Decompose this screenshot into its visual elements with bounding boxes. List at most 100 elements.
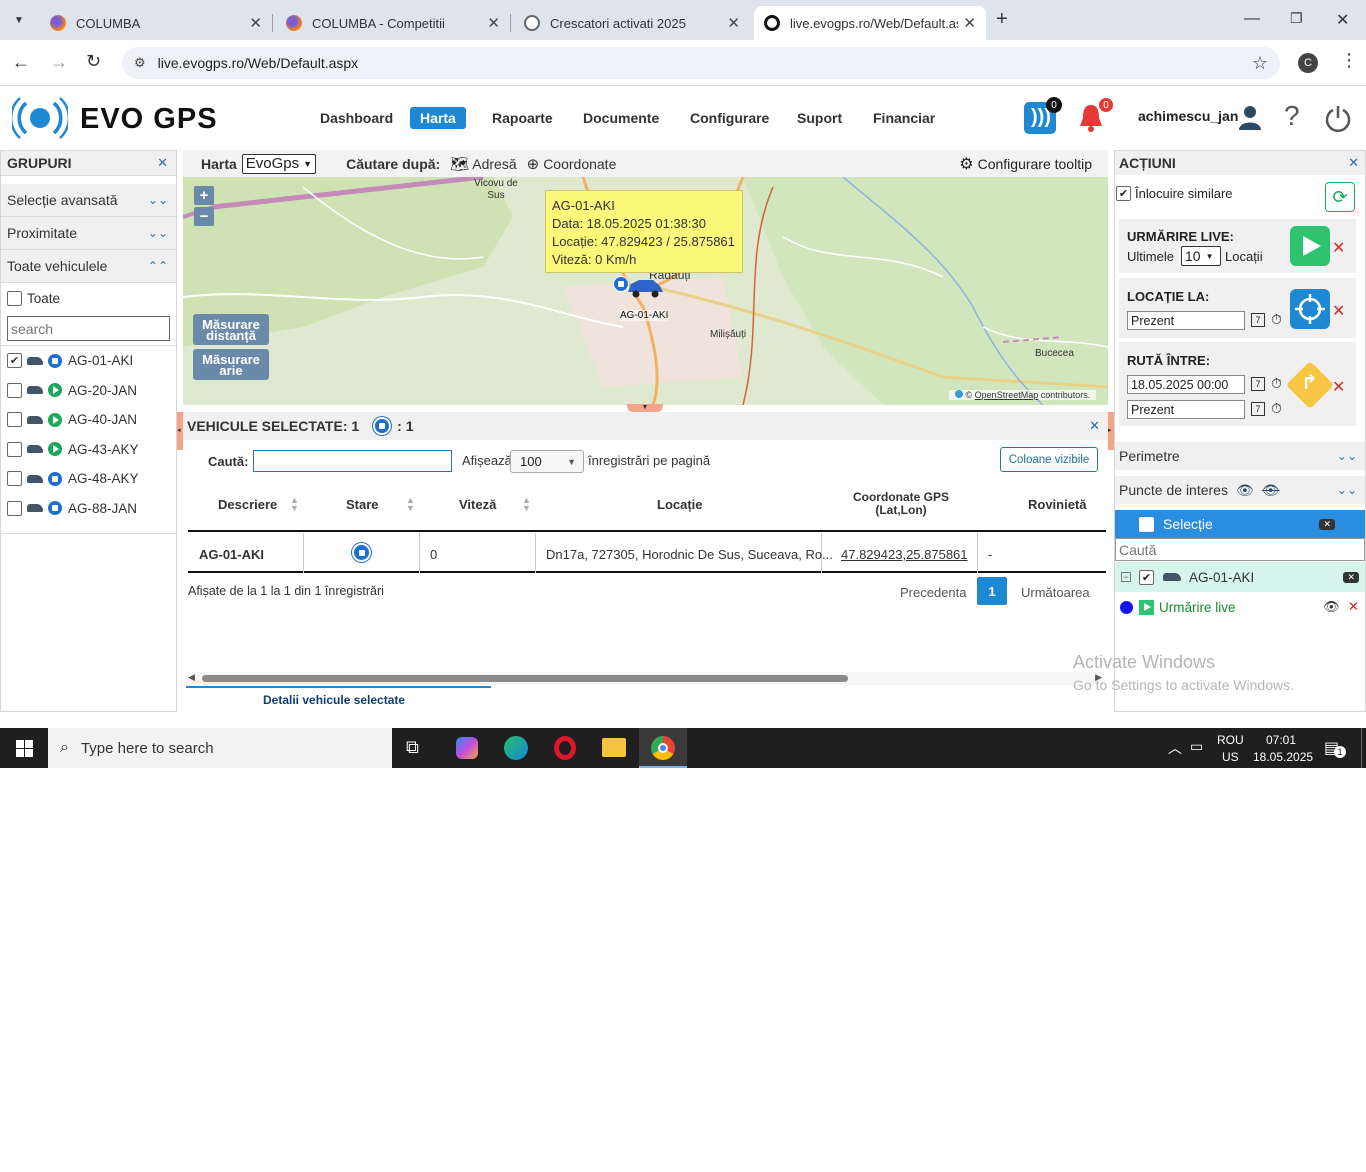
notification-center-button[interactable]: ▤ 1	[1322, 738, 1346, 758]
alerts-button[interactable]: 0	[1076, 97, 1114, 134]
route-to-input[interactable]: Prezent	[1127, 400, 1245, 419]
measure-distance-button[interactable]: Măsurare distanță	[193, 314, 269, 345]
browser-menu-icon[interactable]: ⋮	[1340, 50, 1358, 71]
sort-icon[interactable]: ▲ ▼	[406, 496, 415, 513]
location-at-input[interactable]: Prezent	[1127, 311, 1245, 330]
selection-checkbox[interactable]	[1139, 516, 1154, 532]
list-item[interactable]: ✔ AG-01-AKI	[1, 346, 176, 376]
poi-search-input[interactable]	[1115, 538, 1365, 561]
tab-list-dropdown-icon[interactable]: ▼	[8, 10, 30, 30]
logout-power-icon[interactable]	[1324, 104, 1352, 133]
page-size-select[interactable]: 100 ▼	[510, 450, 584, 473]
bookmark-star-icon[interactable]: ☆	[1252, 53, 1268, 74]
copilot-icon[interactable]	[456, 737, 478, 759]
reload-icon[interactable]: ↻	[86, 51, 101, 72]
opera-icon[interactable]	[554, 736, 576, 760]
measure-area-button[interactable]: Măsurare arie	[193, 349, 269, 380]
pagination-page-1[interactable]: 1	[977, 577, 1007, 605]
search-by-address[interactable]: Adresă	[472, 156, 516, 172]
tooltip-config-link[interactable]: Configurare tooltip	[978, 156, 1092, 172]
close-panel-icon[interactable]: ✕	[157, 155, 168, 171]
column-header-locatie[interactable]: Locație	[657, 497, 703, 512]
close-tab-icon[interactable]: ✕	[487, 14, 500, 32]
info-icon[interactable]	[955, 390, 963, 398]
section-perimeters[interactable]: Perimetre ⌄⌄	[1115, 442, 1365, 470]
zoom-out-button[interactable]: −	[194, 207, 214, 226]
browser-tab-columba-competitii[interactable]: COLUMBA - Competitii ✕	[276, 6, 511, 40]
refresh-button[interactable]: ⟳	[1325, 182, 1355, 212]
browser-tab-crescatori[interactable]: Crescatori activati 2025 ✕	[514, 6, 750, 40]
nav-suport[interactable]: Suport	[787, 107, 852, 129]
calendar-icon[interactable]: 7	[1251, 313, 1265, 327]
vehicle-checkbox[interactable]	[7, 471, 22, 487]
remove-item-icon[interactable]: ✕	[1343, 571, 1359, 583]
close-window-icon[interactable]: ✕	[1336, 10, 1349, 30]
user-icon[interactable]	[1238, 104, 1262, 130]
sort-icon[interactable]: ▲ ▼	[522, 496, 531, 513]
delete-icon[interactable]: ✕	[1348, 599, 1359, 615]
eye-icon[interactable]: 👁	[1323, 599, 1340, 615]
list-item[interactable]: AG-48-AKY	[1, 464, 176, 494]
select-all-checkbox[interactable]	[7, 291, 22, 306]
restore-window-icon[interactable]: ❐	[1290, 10, 1303, 27]
file-explorer-icon[interactable]	[602, 738, 626, 757]
replace-similar-checkbox[interactable]: ✔	[1116, 186, 1131, 201]
section-proximity[interactable]: Proximitate ⌄⌄	[1, 217, 176, 250]
back-icon[interactable]: ←	[12, 52, 30, 73]
browser-tab-columba[interactable]: COLUMBA ✕	[40, 6, 273, 40]
timer-icon[interactable]: ⏱	[1271, 400, 1282, 417]
task-view-icon[interactable]: ⧉	[406, 737, 419, 758]
close-tab-icon[interactable]: ✕	[963, 14, 976, 32]
vehicle-marker[interactable]	[611, 273, 671, 303]
site-info-icon[interactable]: ⚙	[134, 55, 146, 71]
show-desktop-strip[interactable]	[1361, 728, 1366, 768]
edge-icon[interactable]	[504, 736, 528, 760]
language-layout[interactable]: US	[1222, 750, 1239, 764]
evogps-logo[interactable]: EVO GPS	[12, 97, 272, 139]
minimize-window-icon[interactable]: —	[1244, 10, 1260, 28]
column-header-rovinieta[interactable]: Rovinietă	[1028, 497, 1087, 512]
nav-financiar[interactable]: Financiar	[863, 107, 945, 129]
nav-rapoarte[interactable]: Rapoarte	[482, 107, 563, 129]
vehicle-checkbox[interactable]	[7, 500, 22, 516]
show-hidden-icons[interactable]: ︿	[1168, 738, 1182, 758]
section-poi[interactable]: Puncte de interes 👁 👁 ⌄⌄	[1115, 476, 1365, 504]
column-header-coordonate[interactable]: Coordonate GPS (Lat,Lon)	[840, 491, 962, 517]
collapse-tree-icon[interactable]: −	[1121, 572, 1131, 582]
clock-time[interactable]: 07:01	[1266, 733, 1296, 747]
clear-live-icon[interactable]: ✕	[1332, 238, 1345, 258]
list-item[interactable]: AG-43-AKY	[1, 435, 176, 465]
network-icon[interactable]: ▭	[1190, 738, 1203, 755]
omnibox[interactable]: ⚙ live.evogps.ro/Web/Default.aspx ☆	[122, 47, 1280, 79]
column-header-descriere[interactable]: Descriere	[218, 497, 277, 512]
forward-icon[interactable]: →	[50, 52, 68, 73]
visible-columns-button[interactable]: Coloane vizibile	[1000, 447, 1098, 472]
new-tab-icon[interactable]: +	[996, 8, 1008, 31]
pagination-next[interactable]: Următoarea	[1021, 585, 1090, 600]
close-grid-icon[interactable]: ✕	[1089, 418, 1100, 434]
eye-icon[interactable]: 👁	[1236, 482, 1254, 499]
search-by-coords[interactable]: Coordonate	[543, 156, 616, 172]
calendar-icon[interactable]: 7	[1251, 402, 1265, 416]
last-count-select[interactable]: 10 ▼	[1181, 246, 1221, 266]
language-code[interactable]: ROU	[1217, 733, 1244, 747]
list-item[interactable]: AG-88-JAN	[1, 494, 176, 524]
vehicle-checkbox[interactable]: ✔	[7, 353, 22, 369]
help-icon[interactable]: ?	[1284, 100, 1300, 132]
locate-button[interactable]	[1290, 289, 1330, 329]
rss-button[interactable]: ))) 0	[1024, 97, 1062, 134]
column-header-viteza[interactable]: Viteză	[459, 497, 496, 512]
sort-icon[interactable]: ▲ ▼	[290, 496, 299, 513]
nav-dashboard[interactable]: Dashboard	[310, 107, 403, 129]
details-tab[interactable]: Detalii vehicule selectate	[263, 693, 405, 707]
timer-icon[interactable]: ⏱	[1271, 311, 1282, 328]
windows-start-icon[interactable]	[16, 740, 33, 757]
close-panel-icon[interactable]: ✕	[1348, 155, 1359, 171]
timer-icon[interactable]: ⏱	[1271, 375, 1282, 392]
start-live-button[interactable]	[1290, 226, 1330, 266]
clock-date[interactable]: 18.05.2025	[1253, 750, 1313, 764]
calendar-icon[interactable]: 7	[1251, 377, 1265, 391]
close-tab-icon[interactable]: ✕	[727, 14, 740, 32]
nav-documente[interactable]: Documente	[573, 107, 669, 129]
column-header-stare[interactable]: Stare	[346, 497, 379, 512]
